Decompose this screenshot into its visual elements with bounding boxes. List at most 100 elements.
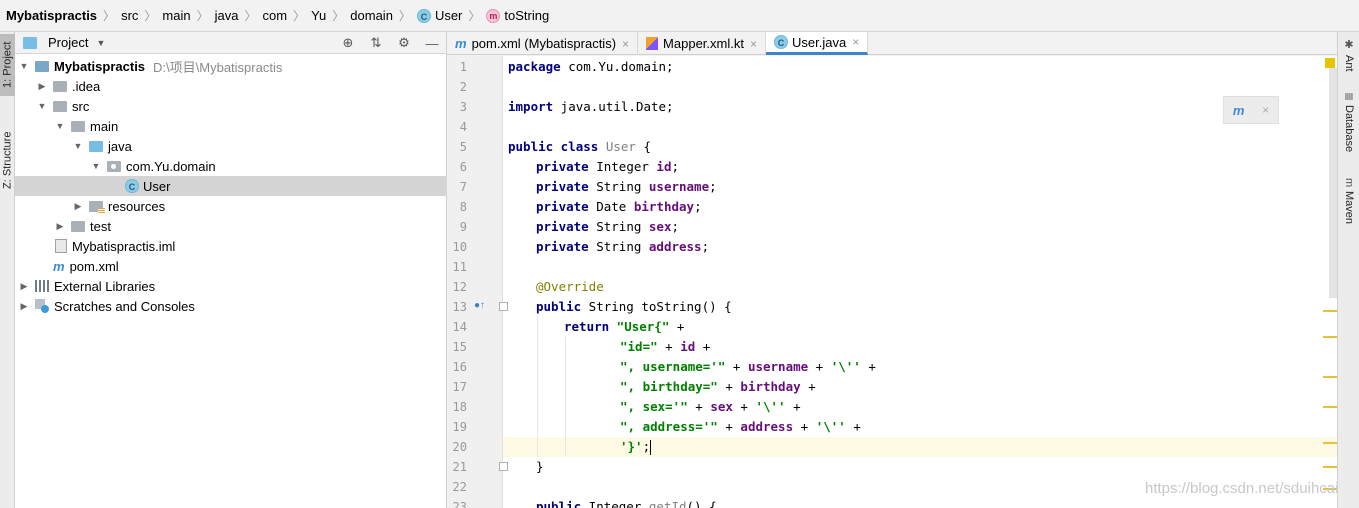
chevron-right-icon: 〉 xyxy=(144,9,157,23)
tree-node-external-libraries[interactable]: ▶ External Libraries xyxy=(15,276,447,296)
token-text: ; xyxy=(709,179,717,194)
editor-tab-user[interactable]: C User.java × xyxy=(765,32,869,55)
stripe-mark[interactable] xyxy=(1323,466,1337,468)
collapse-all-icon[interactable]: ⇅ xyxy=(368,35,384,51)
tool-tab-structure[interactable]: Z: Structure xyxy=(0,120,15,200)
token-method-name: getId xyxy=(648,499,687,508)
breadcrumb-item-src[interactable]: src xyxy=(121,0,138,32)
tree-node-scratches[interactable]: ▶ Scratches and Consoles xyxy=(15,296,447,316)
tool-tab-database[interactable]: ≣ Database xyxy=(1338,92,1359,162)
tree-node-main[interactable]: ▼ main xyxy=(15,116,447,136)
gear-icon[interactable]: ⚙ xyxy=(396,35,412,51)
tool-tab-project[interactable]: 1: Project xyxy=(0,34,15,96)
breadcrumb-item-com[interactable]: com xyxy=(263,0,288,32)
token-keyword: return xyxy=(564,319,610,334)
close-icon[interactable]: × xyxy=(622,37,629,51)
breadcrumb-item-main[interactable]: main xyxy=(162,0,190,32)
token-text: ; xyxy=(671,159,680,174)
override-marker-icon[interactable]: ●↑ xyxy=(474,300,485,311)
token-string: '\'' xyxy=(755,399,786,414)
breadcrumb: Mybatispractis 〉 src 〉 main 〉 java 〉 com… xyxy=(0,0,1359,32)
editor-tab-pom[interactable]: m pom.xml (Mybatispractis) × xyxy=(447,32,639,55)
token-text: + xyxy=(732,399,756,414)
chevron-down-icon[interactable]: ▼ xyxy=(96,38,105,48)
fold-icon[interactable] xyxy=(499,302,508,311)
token-text: + xyxy=(695,339,711,354)
token-keyword: import xyxy=(508,99,554,114)
maven-icon: m xyxy=(53,258,65,274)
chevron-down-icon[interactable]: ▼ xyxy=(73,141,83,151)
code-line-14: return "User{" + xyxy=(564,317,684,337)
stripe-mark[interactable] xyxy=(1323,442,1337,444)
chevron-right-icon: 〉 xyxy=(332,9,345,23)
code-editor[interactable]: 1 2 3 4 5 6 7 8 9 10 11 12 13 14 15 16 1… xyxy=(447,56,1337,508)
code-line-12: @Override xyxy=(536,279,604,294)
tool-tab-ant[interactable]: ✱ Ant xyxy=(1338,38,1359,78)
module-folder-icon xyxy=(35,60,49,72)
breadcrumb-item-java[interactable]: java xyxy=(215,0,239,32)
chevron-down-icon[interactable]: ▼ xyxy=(55,121,65,131)
close-icon[interactable]: × xyxy=(1262,103,1269,117)
code-line-5: public class User { xyxy=(508,137,651,157)
tree-node-test[interactable]: ▶ test xyxy=(15,216,447,236)
code-line-21: } xyxy=(536,459,544,474)
token-field: birthday xyxy=(633,199,695,214)
breadcrumb-item-yu[interactable]: Yu xyxy=(311,0,326,32)
token-class-name: User xyxy=(598,139,636,154)
locate-icon[interactable]: ⊕ xyxy=(340,35,356,51)
token-text: + xyxy=(725,359,748,374)
stripe-mark[interactable] xyxy=(1323,376,1337,378)
token-keyword: class xyxy=(553,139,599,154)
token-field: sex xyxy=(710,399,733,414)
tree-node-project-root[interactable]: ▼ Mybatispractis D:\项目\Mybatispractis xyxy=(15,56,447,76)
chevron-right-icon[interactable]: ▶ xyxy=(19,301,29,312)
code-line-13: public String toString() { xyxy=(536,297,732,317)
breadcrumb-item-project[interactable]: Mybatispractis xyxy=(6,0,97,32)
chevron-right-icon[interactable]: ▶ xyxy=(55,221,65,232)
folder-icon xyxy=(71,120,85,132)
project-panel-title[interactable]: Project xyxy=(48,35,88,50)
token-text: + xyxy=(657,339,681,354)
token-text: ; xyxy=(671,219,680,234)
line-number: 19 xyxy=(452,420,467,434)
tree-node-src[interactable]: ▼ src xyxy=(15,96,447,116)
editor-tab-mapper[interactable]: Mapper.xml.kt × xyxy=(638,32,766,55)
chevron-right-icon[interactable]: ▶ xyxy=(73,201,83,212)
chevron-down-icon[interactable]: ▼ xyxy=(19,61,29,71)
tool-tab-maven[interactable]: m Maven xyxy=(1338,178,1359,238)
stripe-mark[interactable] xyxy=(1323,310,1337,312)
close-icon[interactable]: × xyxy=(852,35,859,49)
tree-node-user[interactable]: C User xyxy=(15,176,447,196)
stripe-mark[interactable] xyxy=(1323,336,1337,338)
token-text: Integer xyxy=(588,159,657,174)
breadcrumb-item-tostring[interactable]: m toString xyxy=(486,0,549,32)
tree-node-label: User xyxy=(143,178,171,194)
close-icon[interactable]: × xyxy=(750,37,757,51)
indent-guide xyxy=(537,317,538,457)
tree-node-idea[interactable]: ▶ .idea xyxy=(15,76,447,96)
line-number: 22 xyxy=(452,480,467,494)
inspection-status-icon[interactable] xyxy=(1325,58,1335,68)
code-line-10: private String address; xyxy=(536,237,709,257)
project-header-toolbar: ⊕ ⇅ ⚙ — xyxy=(340,32,440,54)
breadcrumb-item-user[interactable]: C User xyxy=(416,0,462,32)
class-icon: C xyxy=(773,35,788,49)
chevron-right-icon[interactable]: ▶ xyxy=(19,281,29,292)
maven-reload-icon[interactable]: m xyxy=(1233,103,1245,118)
token-text: Integer xyxy=(581,499,649,508)
chevron-down-icon[interactable]: ▼ xyxy=(37,101,47,111)
token-string: '\'' xyxy=(815,419,846,434)
package-icon xyxy=(107,160,121,172)
chevron-down-icon[interactable]: ▼ xyxy=(91,161,101,171)
code-line-23: public Integer getId() { xyxy=(536,497,717,508)
fold-icon[interactable] xyxy=(499,462,508,471)
stripe-mark[interactable] xyxy=(1323,406,1337,408)
tree-node-resources[interactable]: ▶ resources xyxy=(15,196,447,216)
tree-node-package[interactable]: ▼ com.Yu.domain xyxy=(15,156,447,176)
tree-node-pom[interactable]: m pom.xml xyxy=(15,256,447,276)
minimize-icon[interactable]: — xyxy=(424,35,440,51)
tree-node-java[interactable]: ▼ java xyxy=(15,136,447,156)
breadcrumb-item-domain[interactable]: domain xyxy=(350,0,393,32)
tree-node-iml[interactable]: Mybatispractis.iml xyxy=(15,236,447,256)
chevron-right-icon[interactable]: ▶ xyxy=(37,81,47,92)
